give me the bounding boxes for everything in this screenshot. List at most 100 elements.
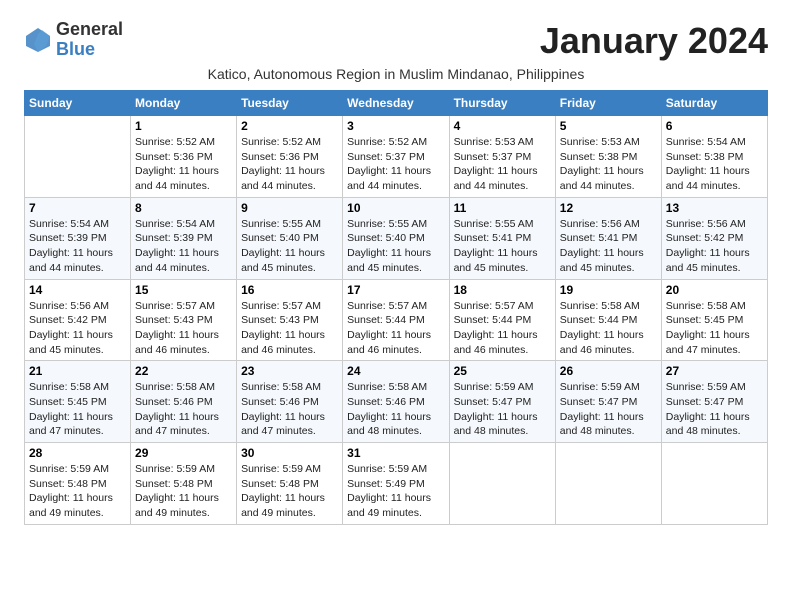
calendar-week-row: 28 Sunrise: 5:59 AMSunset: 5:48 PMDaylig… [25, 443, 768, 525]
header-sunday: Sunday [25, 91, 131, 116]
table-row: 14 Sunrise: 5:56 AMSunset: 5:42 PMDaylig… [25, 279, 131, 361]
calendar-table: Sunday Monday Tuesday Wednesday Thursday… [24, 90, 768, 525]
table-row: 22 Sunrise: 5:58 AMSunset: 5:46 PMDaylig… [131, 361, 237, 443]
table-row: 26 Sunrise: 5:59 AMSunset: 5:47 PMDaylig… [555, 361, 661, 443]
header-saturday: Saturday [661, 91, 767, 116]
day-number: 20 [666, 283, 763, 297]
table-row: 29 Sunrise: 5:59 AMSunset: 5:48 PMDaylig… [131, 443, 237, 525]
day-info: Sunrise: 5:56 AMSunset: 5:42 PMDaylight:… [29, 299, 126, 358]
day-info: Sunrise: 5:58 AMSunset: 5:44 PMDaylight:… [560, 299, 657, 358]
table-row: 5 Sunrise: 5:53 AMSunset: 5:38 PMDayligh… [555, 116, 661, 198]
day-info: Sunrise: 5:54 AMSunset: 5:39 PMDaylight:… [135, 217, 232, 276]
day-number: 3 [347, 119, 444, 133]
day-info: Sunrise: 5:53 AMSunset: 5:37 PMDaylight:… [454, 135, 551, 194]
logo-general-text: General [56, 20, 123, 40]
day-number: 2 [241, 119, 338, 133]
day-info: Sunrise: 5:59 AMSunset: 5:48 PMDaylight:… [29, 462, 126, 521]
day-number: 6 [666, 119, 763, 133]
day-number: 9 [241, 201, 338, 215]
header-friday: Friday [555, 91, 661, 116]
calendar-week-row: 1 Sunrise: 5:52 AMSunset: 5:36 PMDayligh… [25, 116, 768, 198]
day-number: 22 [135, 364, 232, 378]
day-number: 18 [454, 283, 551, 297]
table-row: 28 Sunrise: 5:59 AMSunset: 5:48 PMDaylig… [25, 443, 131, 525]
day-info: Sunrise: 5:52 AMSunset: 5:37 PMDaylight:… [347, 135, 444, 194]
day-info: Sunrise: 5:52 AMSunset: 5:36 PMDaylight:… [135, 135, 232, 194]
day-number: 24 [347, 364, 444, 378]
day-number: 29 [135, 446, 232, 460]
calendar-header-row: Sunday Monday Tuesday Wednesday Thursday… [25, 91, 768, 116]
day-info: Sunrise: 5:58 AMSunset: 5:45 PMDaylight:… [29, 380, 126, 439]
day-info: Sunrise: 5:57 AMSunset: 5:44 PMDaylight:… [347, 299, 444, 358]
day-info: Sunrise: 5:52 AMSunset: 5:36 PMDaylight:… [241, 135, 338, 194]
table-row: 6 Sunrise: 5:54 AMSunset: 5:38 PMDayligh… [661, 116, 767, 198]
day-number: 4 [454, 119, 551, 133]
day-number: 31 [347, 446, 444, 460]
table-row: 15 Sunrise: 5:57 AMSunset: 5:43 PMDaylig… [131, 279, 237, 361]
day-number: 15 [135, 283, 232, 297]
calendar-week-row: 21 Sunrise: 5:58 AMSunset: 5:45 PMDaylig… [25, 361, 768, 443]
day-info: Sunrise: 5:54 AMSunset: 5:38 PMDaylight:… [666, 135, 763, 194]
day-info: Sunrise: 5:56 AMSunset: 5:41 PMDaylight:… [560, 217, 657, 276]
day-info: Sunrise: 5:59 AMSunset: 5:47 PMDaylight:… [454, 380, 551, 439]
day-info: Sunrise: 5:53 AMSunset: 5:38 PMDaylight:… [560, 135, 657, 194]
calendar-week-row: 14 Sunrise: 5:56 AMSunset: 5:42 PMDaylig… [25, 279, 768, 361]
logo-icon [24, 26, 52, 54]
day-info: Sunrise: 5:58 AMSunset: 5:46 PMDaylight:… [347, 380, 444, 439]
page-header: General Blue January 2024 [24, 20, 768, 62]
day-info: Sunrise: 5:54 AMSunset: 5:39 PMDaylight:… [29, 217, 126, 276]
table-row: 31 Sunrise: 5:59 AMSunset: 5:49 PMDaylig… [343, 443, 449, 525]
table-row: 16 Sunrise: 5:57 AMSunset: 5:43 PMDaylig… [237, 279, 343, 361]
day-number: 7 [29, 201, 126, 215]
day-number: 12 [560, 201, 657, 215]
table-row: 4 Sunrise: 5:53 AMSunset: 5:37 PMDayligh… [449, 116, 555, 198]
table-row: 27 Sunrise: 5:59 AMSunset: 5:47 PMDaylig… [661, 361, 767, 443]
day-number: 19 [560, 283, 657, 297]
header-tuesday: Tuesday [237, 91, 343, 116]
table-row: 11 Sunrise: 5:55 AMSunset: 5:41 PMDaylig… [449, 197, 555, 279]
day-info: Sunrise: 5:57 AMSunset: 5:44 PMDaylight:… [454, 299, 551, 358]
day-number: 28 [29, 446, 126, 460]
table-row: 25 Sunrise: 5:59 AMSunset: 5:47 PMDaylig… [449, 361, 555, 443]
location-subtitle: Katico, Autonomous Region in Muslim Mind… [24, 66, 768, 82]
table-row: 8 Sunrise: 5:54 AMSunset: 5:39 PMDayligh… [131, 197, 237, 279]
table-row: 3 Sunrise: 5:52 AMSunset: 5:37 PMDayligh… [343, 116, 449, 198]
day-number: 10 [347, 201, 444, 215]
day-number: 13 [666, 201, 763, 215]
day-info: Sunrise: 5:59 AMSunset: 5:47 PMDaylight:… [560, 380, 657, 439]
table-row [25, 116, 131, 198]
table-row: 17 Sunrise: 5:57 AMSunset: 5:44 PMDaylig… [343, 279, 449, 361]
header-monday: Monday [131, 91, 237, 116]
day-number: 25 [454, 364, 551, 378]
calendar-week-row: 7 Sunrise: 5:54 AMSunset: 5:39 PMDayligh… [25, 197, 768, 279]
day-info: Sunrise: 5:58 AMSunset: 5:45 PMDaylight:… [666, 299, 763, 358]
day-info: Sunrise: 5:59 AMSunset: 5:47 PMDaylight:… [666, 380, 763, 439]
day-number: 26 [560, 364, 657, 378]
day-number: 23 [241, 364, 338, 378]
day-info: Sunrise: 5:59 AMSunset: 5:48 PMDaylight:… [241, 462, 338, 521]
logo: General Blue [24, 20, 123, 60]
table-row: 19 Sunrise: 5:58 AMSunset: 5:44 PMDaylig… [555, 279, 661, 361]
table-row: 21 Sunrise: 5:58 AMSunset: 5:45 PMDaylig… [25, 361, 131, 443]
day-number: 14 [29, 283, 126, 297]
header-thursday: Thursday [449, 91, 555, 116]
table-row: 30 Sunrise: 5:59 AMSunset: 5:48 PMDaylig… [237, 443, 343, 525]
day-number: 11 [454, 201, 551, 215]
day-info: Sunrise: 5:59 AMSunset: 5:49 PMDaylight:… [347, 462, 444, 521]
day-number: 5 [560, 119, 657, 133]
logo-blue-text: Blue [56, 40, 123, 60]
day-number: 30 [241, 446, 338, 460]
day-number: 27 [666, 364, 763, 378]
table-row: 12 Sunrise: 5:56 AMSunset: 5:41 PMDaylig… [555, 197, 661, 279]
day-number: 16 [241, 283, 338, 297]
day-info: Sunrise: 5:55 AMSunset: 5:40 PMDaylight:… [241, 217, 338, 276]
month-title: January 2024 [540, 20, 768, 62]
table-row: 23 Sunrise: 5:58 AMSunset: 5:46 PMDaylig… [237, 361, 343, 443]
day-number: 8 [135, 201, 232, 215]
table-row: 10 Sunrise: 5:55 AMSunset: 5:40 PMDaylig… [343, 197, 449, 279]
table-row: 20 Sunrise: 5:58 AMSunset: 5:45 PMDaylig… [661, 279, 767, 361]
table-row: 9 Sunrise: 5:55 AMSunset: 5:40 PMDayligh… [237, 197, 343, 279]
day-info: Sunrise: 5:57 AMSunset: 5:43 PMDaylight:… [241, 299, 338, 358]
table-row: 7 Sunrise: 5:54 AMSunset: 5:39 PMDayligh… [25, 197, 131, 279]
day-info: Sunrise: 5:57 AMSunset: 5:43 PMDaylight:… [135, 299, 232, 358]
